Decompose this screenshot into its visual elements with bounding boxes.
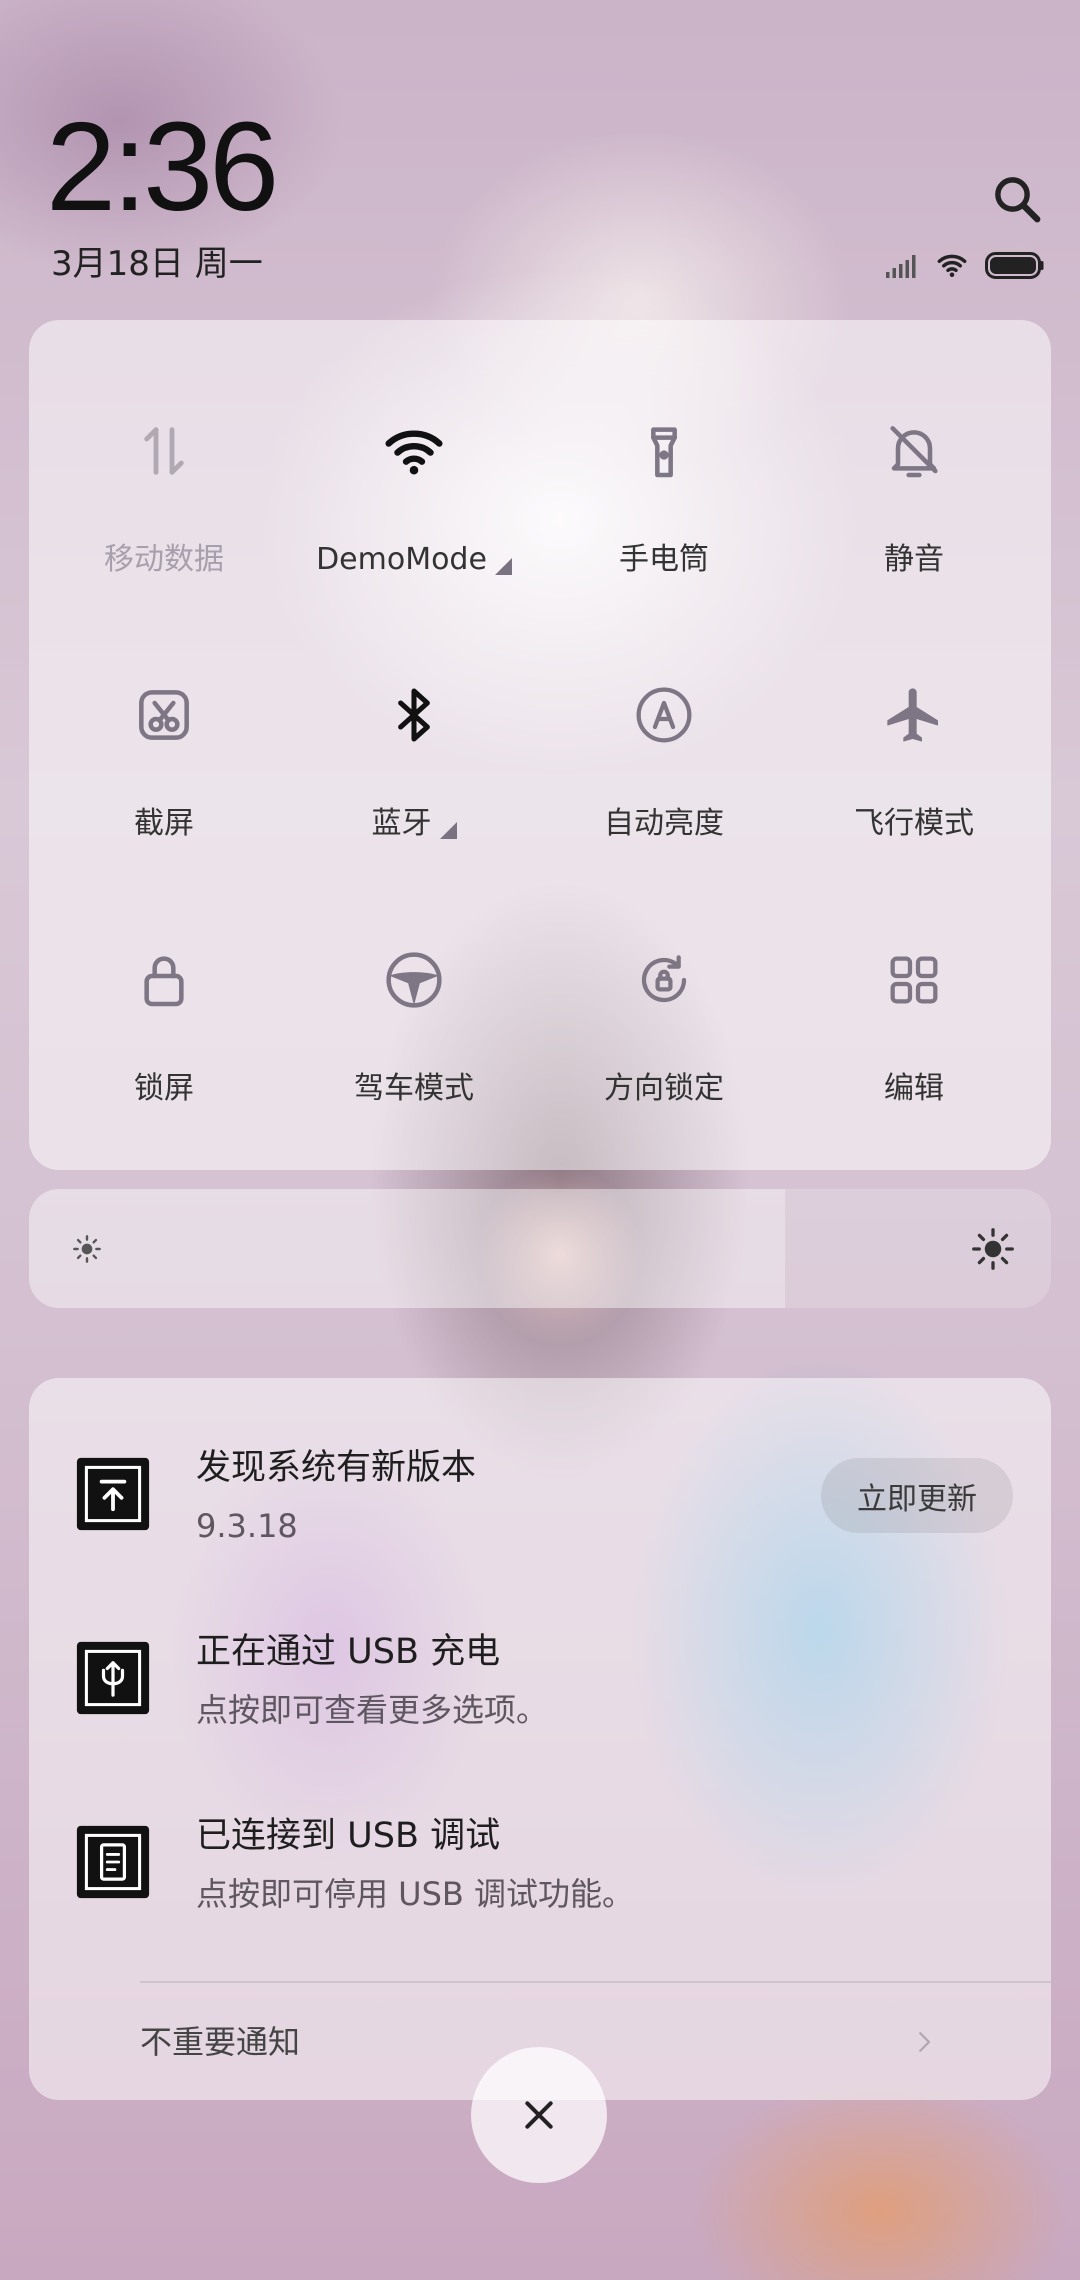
- divider: [140, 1981, 1051, 1983]
- notification-system-update[interactable]: 发现系统有新版本 9.3.18 立即更新: [29, 1418, 1051, 1578]
- tile-label: 飞行模式: [854, 806, 974, 841]
- notification-text: 9.3.18: [196, 1507, 298, 1545]
- notification-title: 正在通过 USB 充电: [196, 1632, 501, 1672]
- tile-label: 移动数据: [104, 542, 224, 577]
- wifi-status-icon: [932, 249, 972, 281]
- tile-label: 编辑: [884, 1071, 944, 1106]
- notification-text: 点按即可查看更多选项。: [196, 1691, 549, 1729]
- steering-wheel-icon: [382, 948, 446, 1012]
- expand-indicator-icon: [494, 557, 512, 575]
- tile-auto-brightness[interactable]: 自动亮度: [539, 644, 789, 894]
- tile-edit[interactable]: 编辑: [789, 909, 1039, 1159]
- tile-lock-screen[interactable]: 锁屏: [39, 909, 289, 1159]
- tile-label: 蓝牙: [371, 806, 432, 841]
- tile-bluetooth[interactable]: 蓝牙: [289, 644, 539, 894]
- notification-text: 点按即可停用 USB 调试功能。: [196, 1875, 635, 1913]
- tile-label-row: 蓝牙: [289, 804, 539, 844]
- chevron-right-icon: [909, 2027, 939, 2057]
- usb-debug-icon: [75, 1824, 151, 1900]
- unimportant-notifications-label: 不重要通知: [140, 2023, 301, 2061]
- tile-label-row: 方向锁定: [539, 1069, 789, 1109]
- clock-date: 3月18日 周一: [51, 244, 263, 284]
- tile-label: 截屏: [134, 806, 194, 841]
- tile-wifi[interactable]: DemoMode: [289, 380, 539, 630]
- expand-indicator-icon: [439, 821, 457, 839]
- notification-panel: 发现系统有新版本 9.3.18 立即更新 正在通过 USB 充电 点按即可查看更…: [29, 1378, 1051, 2100]
- tile-label-row: 驾车模式: [289, 1069, 539, 1109]
- update-now-button[interactable]: 立即更新: [821, 1458, 1013, 1533]
- signal-icon: [884, 252, 920, 278]
- clock-time: 2:36: [46, 96, 279, 237]
- tile-label-row: 移动数据: [39, 540, 289, 580]
- tile-label-row: 飞行模式: [789, 804, 1039, 844]
- rotation-lock-icon: [632, 948, 696, 1012]
- mobile-data-icon: [132, 419, 196, 483]
- tile-flashlight[interactable]: 手电筒: [539, 380, 789, 630]
- tile-label-row: 静音: [789, 540, 1039, 580]
- flashlight-icon: [632, 419, 696, 483]
- quick-settings-panel: 移动数据 DemoMode 手电筒 静音 截屏 蓝牙 自动亮度 飞行模式 锁屏 …: [29, 320, 1051, 1170]
- tile-label-row: DemoMode: [289, 540, 539, 580]
- brightness-low-icon: [71, 1233, 103, 1265]
- tile-label: DemoMode: [316, 542, 487, 577]
- system-update-icon: [75, 1456, 151, 1532]
- tile-mute[interactable]: 静音: [789, 380, 1039, 630]
- tile-driving-mode[interactable]: 驾车模式: [289, 909, 539, 1159]
- tile-label: 自动亮度: [604, 806, 724, 841]
- mute-icon: [882, 419, 946, 483]
- search-icon[interactable]: [990, 172, 1044, 226]
- auto-brightness-icon: [632, 683, 696, 747]
- tile-label: 静音: [884, 542, 944, 577]
- notification-usb-debugging[interactable]: 已连接到 USB 调试 点按即可停用 USB 调试功能。: [29, 1786, 1051, 1946]
- tile-label-row: 编辑: [789, 1069, 1039, 1109]
- notification-title: 发现系统有新版本: [196, 1448, 477, 1488]
- tile-label-row: 手电筒: [539, 540, 789, 580]
- tile-label-row: 截屏: [39, 804, 289, 844]
- tile-label-row: 自动亮度: [539, 804, 789, 844]
- airplane-icon: [882, 683, 946, 747]
- wifi-icon: [382, 419, 446, 483]
- close-icon: [525, 2101, 553, 2129]
- notification-usb-charging[interactable]: 正在通过 USB 充电 点按即可查看更多选项。: [29, 1602, 1051, 1762]
- battery-icon: [985, 252, 1045, 279]
- tile-label: 方向锁定: [604, 1071, 724, 1106]
- usb-icon: [75, 1640, 151, 1716]
- close-button[interactable]: [471, 2047, 607, 2183]
- tile-label-row: 锁屏: [39, 1069, 289, 1109]
- bluetooth-icon: [382, 683, 446, 747]
- tile-airplane-mode[interactable]: 飞行模式: [789, 644, 1039, 894]
- brightness-fill: [29, 1189, 786, 1308]
- brightness-high-icon: [971, 1227, 1015, 1271]
- tile-label: 锁屏: [134, 1071, 194, 1106]
- tile-mobile-data[interactable]: 移动数据: [39, 380, 289, 630]
- brightness-slider[interactable]: [29, 1189, 1051, 1308]
- tile-rotation-lock[interactable]: 方向锁定: [539, 909, 789, 1159]
- tile-label: 驾车模式: [354, 1071, 474, 1106]
- screenshot-icon: [132, 683, 196, 747]
- edit-grid-icon: [882, 948, 946, 1012]
- lock-icon: [132, 948, 196, 1012]
- tile-label: 手电筒: [619, 542, 709, 577]
- tile-screenshot[interactable]: 截屏: [39, 644, 289, 894]
- notification-title: 已连接到 USB 调试: [196, 1816, 501, 1856]
